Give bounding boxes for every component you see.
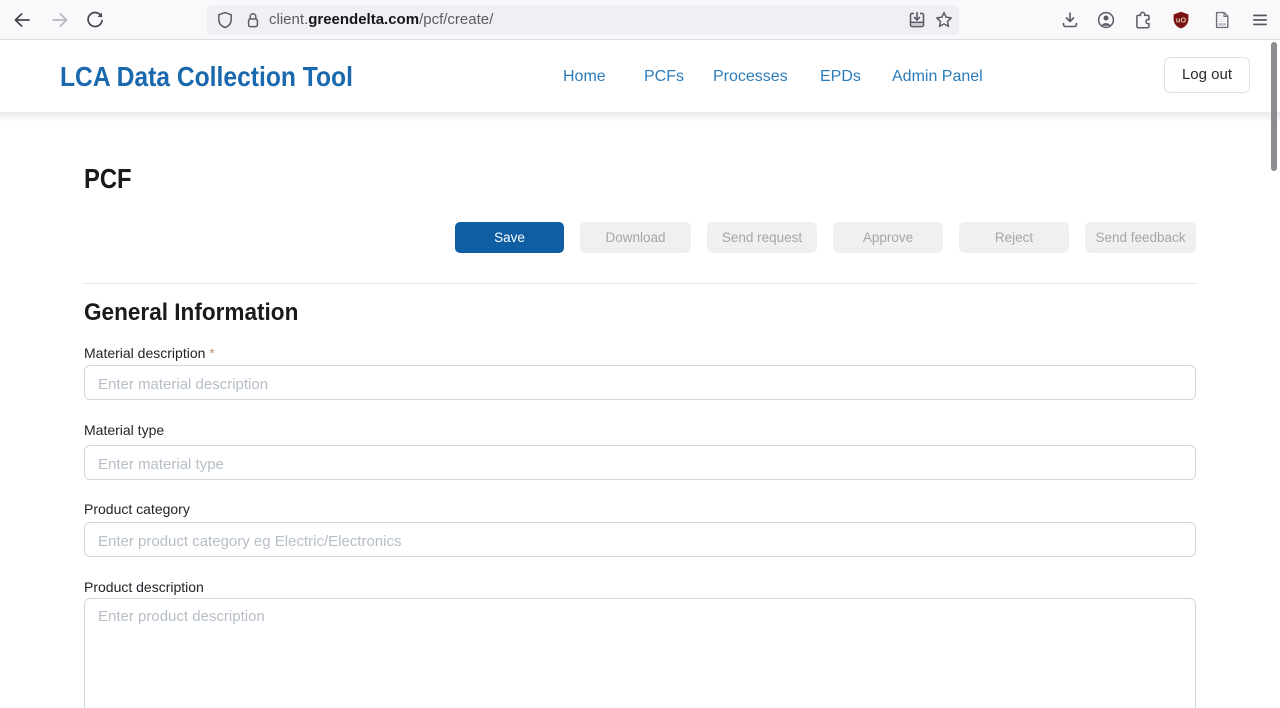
svg-text:uO: uO [1176,16,1187,25]
